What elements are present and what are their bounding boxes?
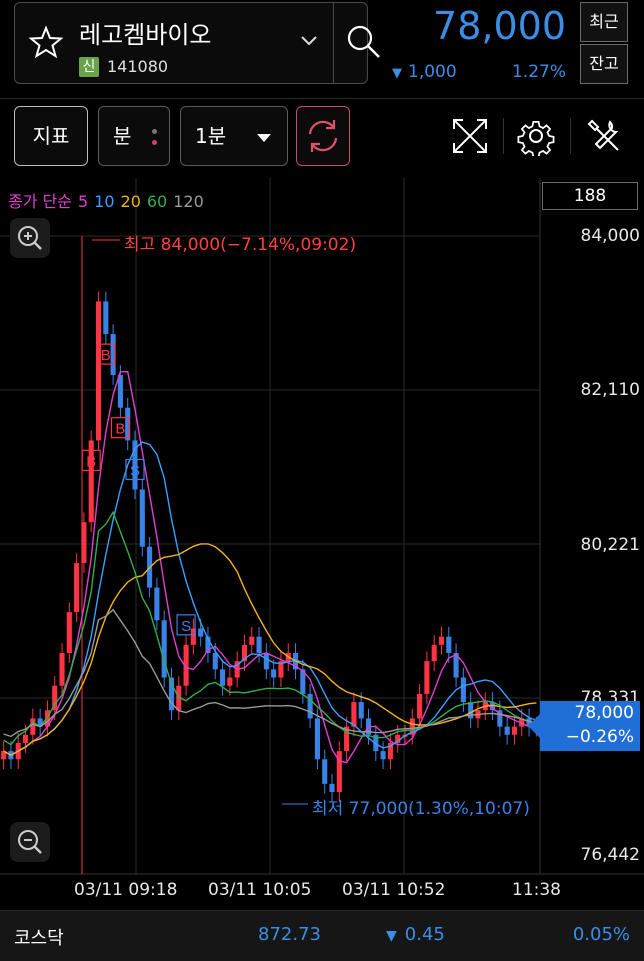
more-dots-icon (152, 129, 157, 151)
candle-body (263, 653, 269, 670)
divider (570, 118, 571, 154)
candle-body (198, 628, 204, 637)
legend-label: 종가 단순 (8, 192, 72, 211)
low-price-label: 최저 77,000(1.30%,10:07) (312, 799, 530, 819)
divider (503, 118, 504, 154)
legend-ma60: 60 (146, 192, 168, 211)
candle-body (511, 726, 518, 735)
sell-marker-label: S (181, 618, 191, 635)
candle-body (220, 669, 226, 686)
star-icon[interactable] (29, 25, 63, 59)
down-triangle-icon: ▼ (386, 928, 397, 944)
dropdown-arrow-icon (257, 134, 271, 142)
zoom-in-icon (18, 226, 42, 250)
y-tick-label: 84,000 (580, 226, 640, 246)
candle-body (95, 301, 102, 441)
candle-body (154, 587, 160, 621)
candle-body (59, 653, 65, 686)
current-price: 78,000 (433, 4, 566, 48)
current-price-tag: 78,000 −0.26% (528, 701, 640, 751)
candle-body (504, 726, 510, 735)
candle-body (30, 718, 36, 735)
current-price-pct: −0.26% (565, 727, 634, 747)
candle-body (256, 636, 262, 654)
refresh-icon (308, 120, 338, 152)
candle-body (74, 563, 80, 613)
down-triangle-icon: ▼ (392, 66, 402, 81)
balance-button[interactable]: 잔고 (580, 44, 628, 84)
y-tick-label: 80,221 (580, 535, 640, 555)
current-price-value: 78,000 (574, 703, 634, 723)
y-tick-label: 76,442 (580, 845, 640, 865)
x-tick-label: 03/11 10:05 (208, 880, 312, 900)
interval-select-value: 1분 (195, 124, 227, 148)
change-percent: 1.27% (511, 62, 566, 82)
x-tick-label: 11:38 (512, 880, 561, 900)
legend-ma20: 20 (120, 192, 141, 211)
new-listing-badge: 신 (79, 57, 99, 77)
candle-body (22, 734, 29, 743)
candle-body (103, 301, 109, 335)
candle-body (227, 677, 233, 686)
zoom-in-button[interactable] (10, 218, 50, 258)
divider (0, 98, 644, 99)
candle-body (329, 783, 335, 793)
candle-body (81, 522, 87, 564)
candle-body (271, 669, 277, 678)
index-change-value: 0.45 (404, 924, 445, 945)
candle-body (322, 759, 328, 784)
x-tick-label: 03/11 10:52 (342, 880, 446, 900)
candle-body (249, 636, 255, 645)
y-tick-label: 82,110 (580, 380, 640, 400)
divider (333, 3, 334, 83)
price-change: ▼ 1,000 1.27% (392, 62, 568, 82)
sell-marker-label: S (130, 462, 140, 479)
minute-button-label: 분 (113, 124, 132, 148)
index-change: ▼ 0.45 (386, 924, 445, 945)
high-price-label: 최고 84,000(−7.14%,09:02) (124, 235, 357, 255)
recent-button[interactable]: 최근 (580, 2, 628, 42)
candle-body (438, 636, 445, 645)
stock-name: 레고켐바이오 (79, 21, 212, 49)
candle-body (66, 612, 72, 654)
candle-body (358, 702, 364, 719)
settings-gear-icon[interactable] (516, 116, 556, 156)
candle-body (417, 693, 423, 719)
volume-count[interactable]: 188 (542, 182, 638, 210)
change-amount: 1,000 (408, 62, 457, 82)
tools-icon[interactable] (584, 116, 624, 156)
index-percent: 0.05% (572, 924, 630, 945)
legend-ma5: 5 (77, 192, 89, 211)
x-tick-label: 03/11 09:18 (74, 880, 178, 900)
candle-body (351, 702, 357, 727)
stock-selector[interactable]: 레고켐바이오 신 141080 (14, 2, 380, 84)
candle-body (117, 375, 123, 408)
chevron-down-icon[interactable] (299, 33, 319, 49)
stock-code: 141080 (107, 57, 169, 76)
candle-body (212, 653, 218, 670)
market-index-bar[interactable] (0, 910, 644, 961)
ma-legend: 종가 단순 5 10 20 60 120 (8, 188, 210, 212)
interval-select[interactable]: 1분 (180, 106, 288, 166)
candle-body (446, 636, 452, 654)
candle-body (460, 677, 466, 703)
candle-body (424, 661, 430, 694)
zoom-out-button[interactable] (10, 822, 50, 862)
fullscreen-icon[interactable] (450, 116, 490, 156)
zoom-out-icon (18, 830, 42, 854)
candle-body (139, 489, 145, 547)
candle-body (380, 751, 386, 760)
index-name: 코스닥 (14, 928, 64, 949)
buy-marker-label: B (101, 347, 111, 364)
legend-ma10: 10 (94, 192, 115, 211)
indicator-button[interactable]: 지표 (14, 106, 88, 166)
index-value: 872.73 (258, 924, 321, 945)
refresh-button[interactable] (296, 106, 350, 166)
buy-marker-label: B (115, 421, 125, 438)
buy-marker-label: B (86, 453, 96, 470)
candle-body (431, 644, 437, 662)
minute-button[interactable]: 분 (98, 106, 170, 166)
candle-body (314, 718, 320, 760)
legend-ma120: 120 (173, 192, 204, 211)
